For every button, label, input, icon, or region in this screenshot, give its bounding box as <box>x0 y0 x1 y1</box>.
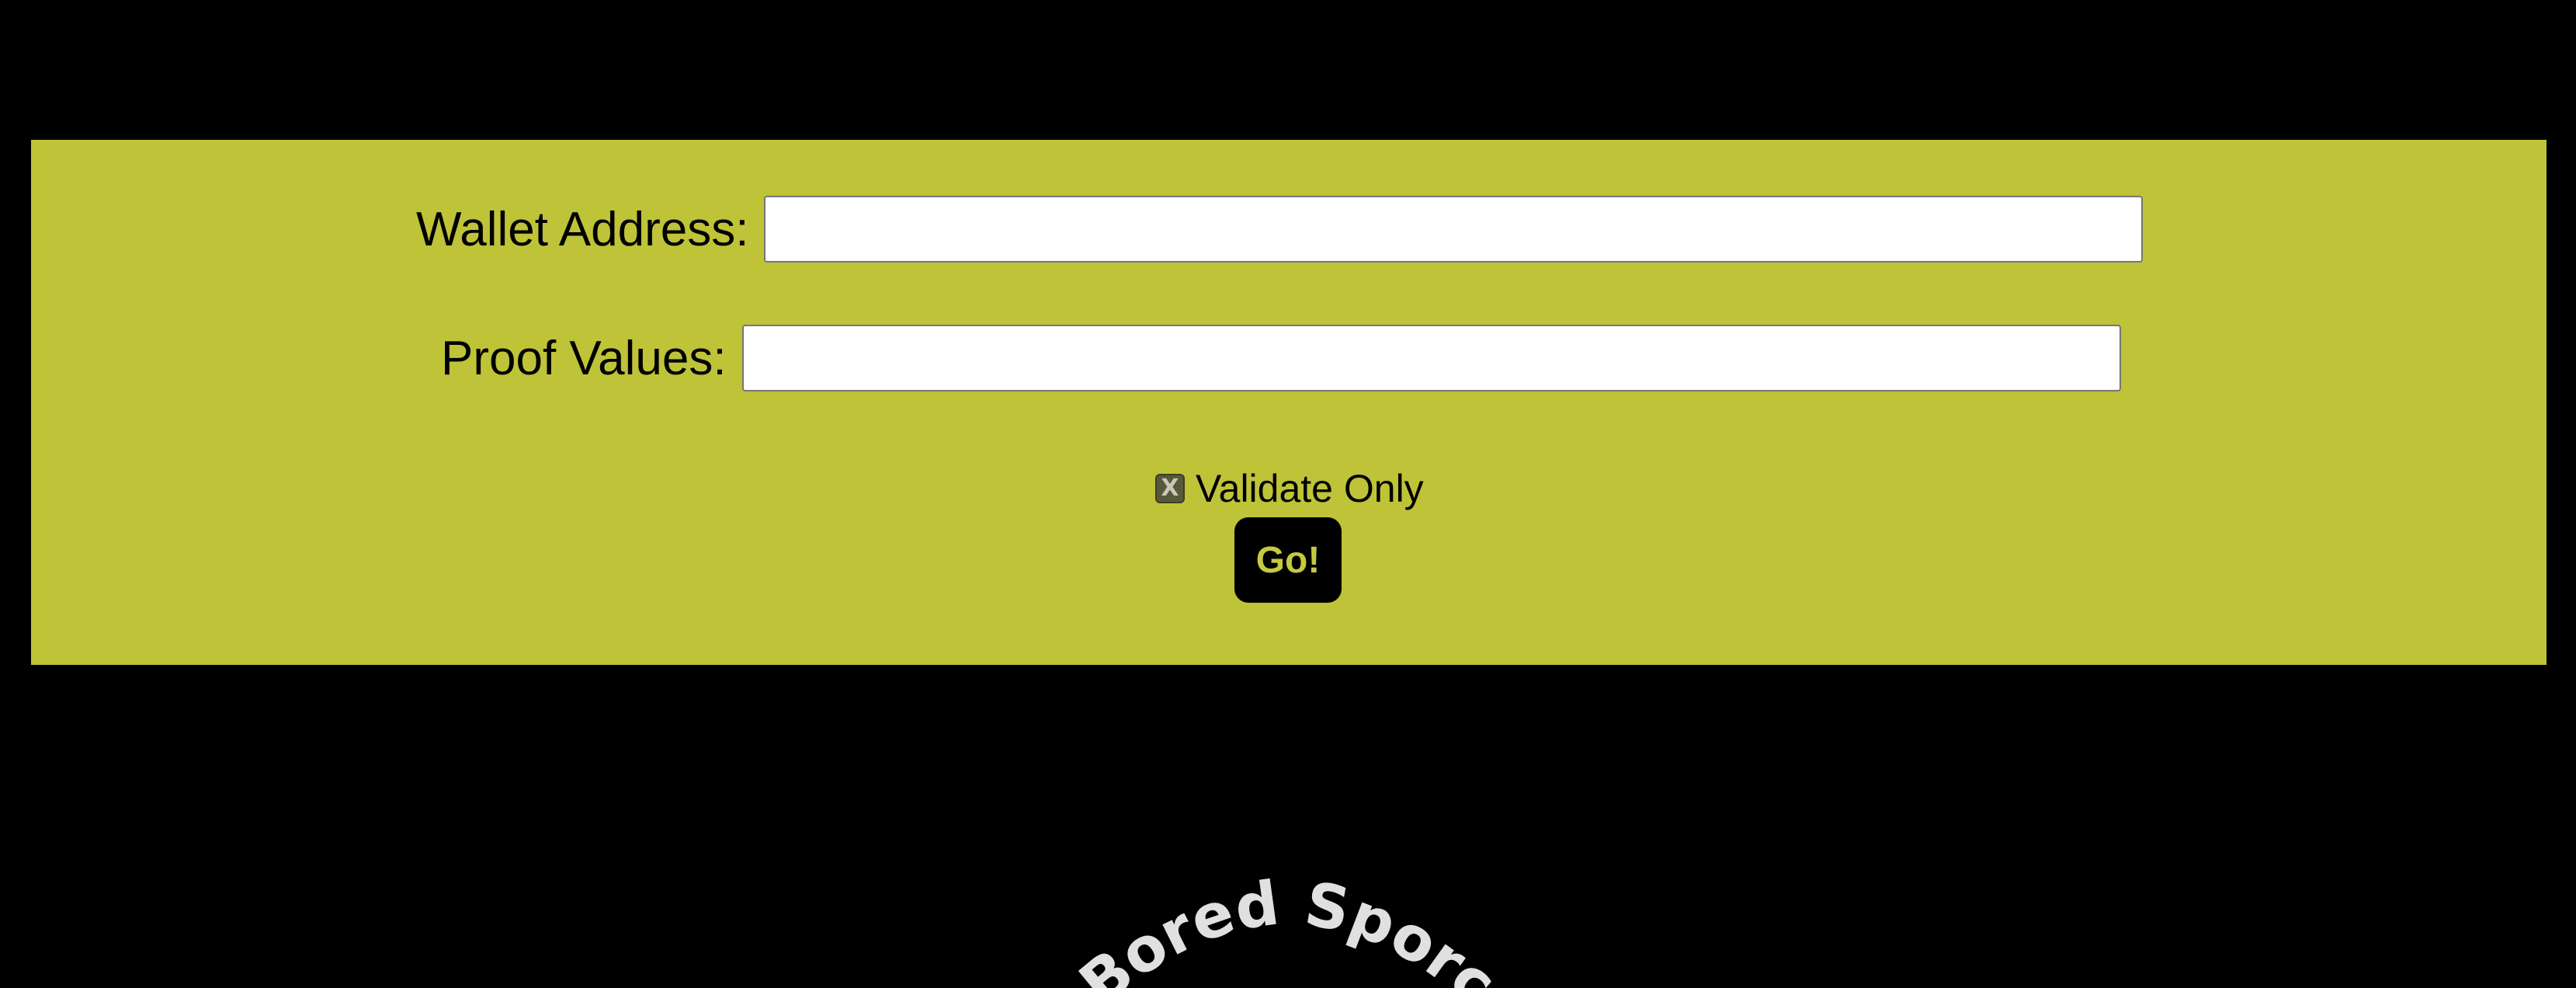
proof-values-input[interactable] <box>741 325 2121 391</box>
bored-sporc-logo: Bored Sporc <box>1067 868 1509 988</box>
logo-text-path: Bored Sporc <box>1067 868 1509 988</box>
proof-values-row: Proof Values: <box>441 325 2121 391</box>
validate-only-checkbox[interactable]: X <box>1155 474 1185 503</box>
logo-text: Bored Sporc <box>1067 868 1509 988</box>
page: Wallet Address: Proof Values: X Validate… <box>0 0 2576 988</box>
wallet-address-input[interactable] <box>764 196 2144 263</box>
validate-only-label[interactable]: Validate Only <box>1196 466 1424 511</box>
go-button[interactable]: Go! <box>1234 517 1342 603</box>
wallet-address-row: Wallet Address: <box>416 196 2144 263</box>
wallet-address-label: Wallet Address: <box>416 202 749 256</box>
validate-only-row: X Validate Only <box>1155 466 1424 511</box>
proof-values-label: Proof Values: <box>441 331 727 385</box>
